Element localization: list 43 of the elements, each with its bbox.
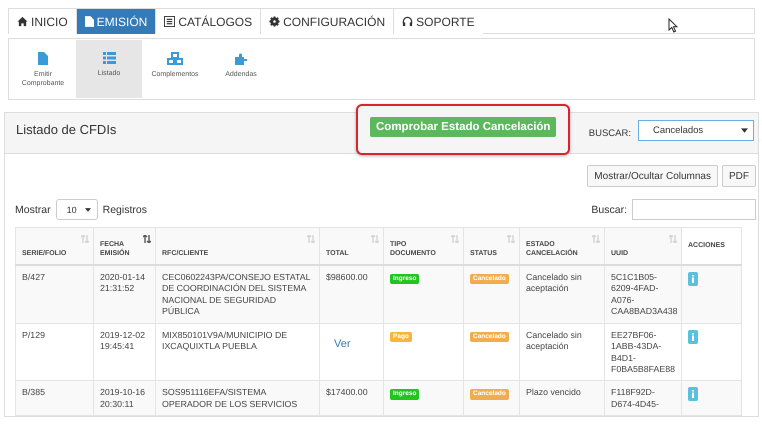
list-icon	[102, 52, 116, 64]
page-size-select[interactable]: 10	[56, 199, 98, 220]
dropdown-caret-icon	[741, 128, 748, 133]
table-cell: SOS951116EFA/SISTEMA OPERADOR DE LOS SERVICIOS	[156, 380, 320, 416]
document-icon	[38, 52, 48, 65]
document-icon	[84, 16, 94, 27]
list-icon	[164, 16, 176, 27]
table-cell: $17400.00	[320, 380, 384, 416]
home-icon	[17, 16, 28, 27]
table-cell: Cancelado sin aceptación	[520, 265, 604, 324]
info-button[interactable]	[688, 272, 698, 286]
table-cell: B/385	[16, 380, 94, 416]
table-cell: B/427	[16, 265, 94, 324]
nav-tab[interactable]: CONFIGURACIÓN	[260, 9, 394, 34]
search-label: BUSCAR:	[588, 128, 631, 139]
search-label: Buscar:	[591, 204, 627, 216]
mouse-pointer-icon	[668, 18, 678, 33]
records-label: Registros	[102, 204, 147, 216]
nav-tab[interactable]: SOPORTE	[393, 9, 483, 34]
nav-tab[interactable]: CATÁLOGOS	[155, 9, 260, 34]
toolbar-button[interactable]: PDF	[722, 165, 756, 187]
settings-icon	[269, 16, 280, 27]
search-field[interactable]	[632, 199, 756, 220]
table-cell: F118F92D-D674-4D45-	[604, 380, 682, 416]
info-button[interactable]	[688, 330, 698, 344]
filter-select[interactable]: Cancelados	[638, 120, 754, 141]
table-cell: $98600.00	[320, 265, 384, 324]
toolbar-button[interactable]: Mostrar/Ocultar Columnas	[587, 165, 718, 187]
info-button[interactable]	[688, 387, 698, 402]
dropdown-caret-icon	[84, 208, 91, 212]
nav-tab[interactable]: EMISIÓN	[76, 9, 156, 34]
show-label: Mostrar	[15, 204, 51, 216]
table-cell: 2019-10-16 20:30:11	[94, 380, 156, 416]
table-cell: CEC0602243PA/CONSEJO ESTATAL DE COORDINACIÓN DEL SISTEMA NACIONAL DE SEGURIDAD PÚBLICA	[156, 265, 320, 324]
puzzle-icon	[234, 52, 248, 65]
nav-tab[interactable]: INICIO	[8, 9, 76, 34]
table-cell: 5C1C1B05-6209-4FAD-A076-CAA8BAD3A438	[604, 265, 682, 324]
headphones-icon	[402, 16, 414, 27]
panel-title: Listado de CFDIs	[16, 122, 118, 137]
table-cell: 2020-01-14 21:31:52	[94, 265, 156, 324]
table-cell: Plazo vencido	[520, 380, 604, 416]
cubes-icon	[167, 52, 183, 65]
view-link[interactable]: Ver	[334, 336, 351, 351]
